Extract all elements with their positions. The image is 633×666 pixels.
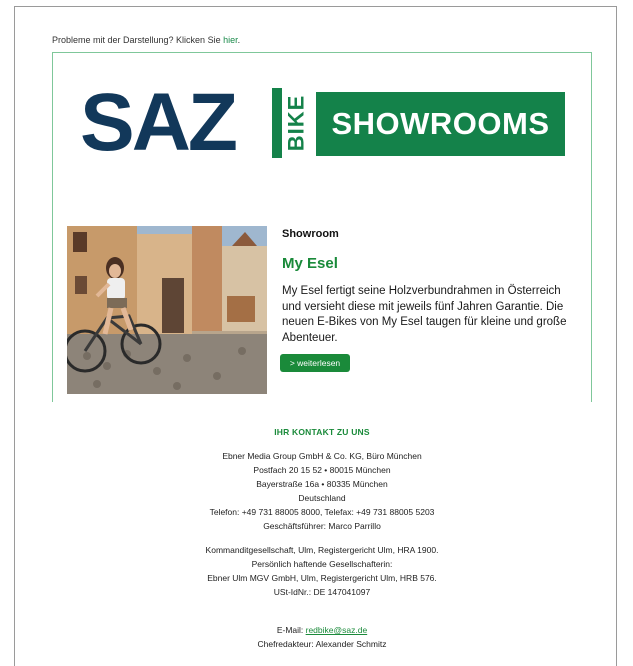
view-online-link[interactable]: hier bbox=[223, 35, 238, 45]
contact-title: IHR KONTAKT ZU UNS bbox=[274, 427, 370, 437]
preheader: Probleme mit der Darstellung? Klicken Si… bbox=[52, 35, 240, 45]
read-more-button[interactable]: > weiterlesen bbox=[280, 354, 350, 372]
logo-saz-text: SAZ bbox=[80, 77, 238, 168]
preheader-suffix: . bbox=[237, 35, 241, 45]
preheader-text: Probleme mit der Darstellung? Klicken Si… bbox=[52, 35, 224, 45]
email-line: E-Mail: redbike@saz.de bbox=[52, 623, 592, 637]
logo-divider bbox=[272, 88, 282, 158]
address-line: Deutschland bbox=[298, 493, 346, 503]
article-photo[interactable] bbox=[67, 226, 267, 394]
contact-lines: Ebner Media Group GmbH & Co. KG, Büro Mü… bbox=[52, 449, 592, 651]
legal-line: Kommanditgesellschaft, Ulm, Registergeri… bbox=[205, 545, 439, 555]
email-label: E-Mail: bbox=[276, 625, 306, 635]
legal-line: Ebner Ulm MGV GmbH, Ulm, Registergericht… bbox=[207, 573, 437, 583]
legal-line: Persönlich haftende Gesellschafterin: bbox=[251, 559, 393, 569]
editor-line: Chefredakteur: Alexander Schmitz bbox=[257, 639, 387, 649]
contact-section: IHR KONTAKT ZU UNS Ebner Media Group Gmb… bbox=[52, 400, 592, 651]
phone-line: Telefon: +49 731 88005 8000, Telefax: +4… bbox=[209, 507, 435, 517]
logo-bike: BIKE bbox=[283, 88, 308, 158]
saz-bike-showrooms-logo: SAZ BIKE SHOWROOMS bbox=[80, 82, 565, 164]
article-headline[interactable]: My Esel bbox=[282, 255, 338, 272]
address-line: Ebner Media Group GmbH & Co. KG, Büro Mü… bbox=[222, 451, 422, 461]
article-description: My Esel fertigt seine Holzverbundrahmen … bbox=[282, 285, 567, 344]
email-link[interactable]: redbike@saz.de bbox=[306, 625, 368, 635]
logo-showrooms: SHOWROOMS bbox=[316, 92, 565, 156]
vat-line: USt-IdNr.: DE 147041097 bbox=[273, 587, 371, 597]
logo-bike-text: BIKE bbox=[283, 94, 308, 152]
address-line: Bayerstraße 16a • 80335 München bbox=[256, 479, 388, 489]
address-line: Postfach 20 15 52 • 80015 München bbox=[253, 465, 391, 475]
article-kicker: Showroom bbox=[282, 228, 339, 240]
cyclist-photo-illustration bbox=[67, 226, 267, 394]
ceo-line: Geschäftsführer: Marco Parrillo bbox=[263, 521, 381, 531]
